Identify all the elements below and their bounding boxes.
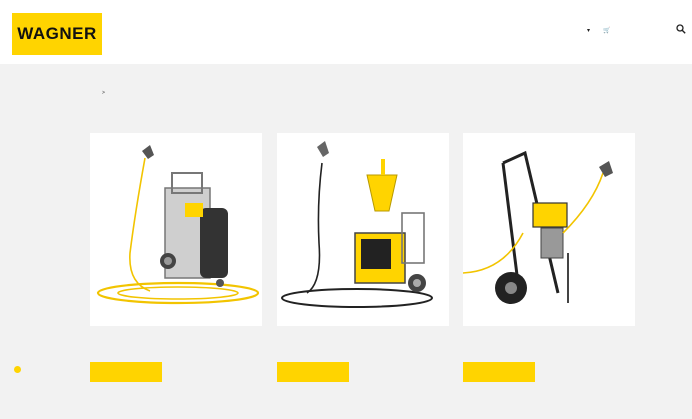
product-image-membrane-small[interactable] [90,133,262,326]
view-category-button-membrane-small[interactable] [90,362,162,382]
cart-link[interactable]: 🛒 [603,27,610,34]
logo-text: WAGNER [17,24,97,43]
view-category-button-piston[interactable] [463,362,535,382]
chevron-down-icon: ▾ [587,28,591,34]
breadcrumb-separator: > [102,90,105,96]
search-icon[interactable] [676,24,686,34]
membrane-sprayer-illustration [96,145,260,305]
wagner-logo[interactable]: WAGNER [12,13,102,55]
site-header: WAGNER ▾ 🛒 [0,0,692,64]
product-image-piston[interactable] [463,133,635,326]
membrane-large-sprayer-illustration [281,141,433,308]
cart-icon: 🛒 [603,28,611,34]
breadcrumb: > [92,90,115,96]
language-selector[interactable]: ▾ [587,27,590,34]
floating-dot[interactable] [14,366,21,373]
view-category-button-membrane-large[interactable] [277,362,349,382]
piston-sprayer-illustration [463,150,613,304]
product-image-membrane-large[interactable] [277,133,449,326]
